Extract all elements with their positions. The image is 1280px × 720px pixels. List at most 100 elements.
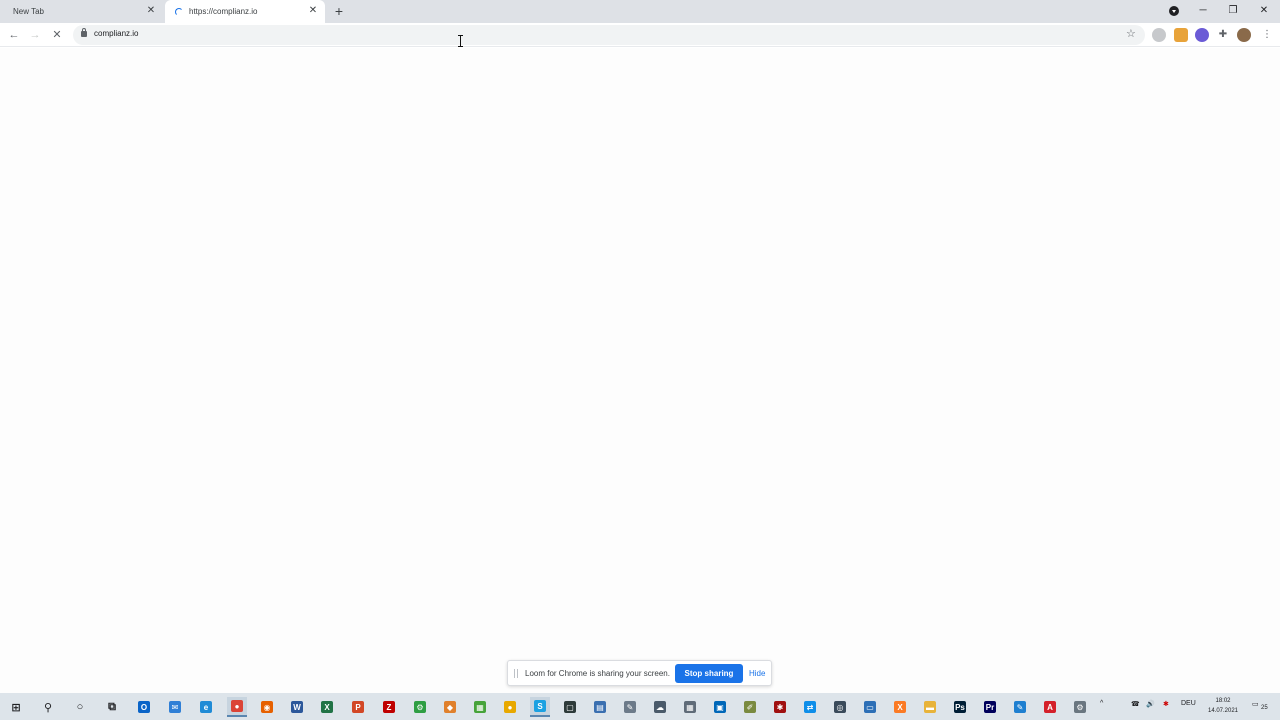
excel-glyph-icon: X xyxy=(321,701,333,713)
app-yellow-glyph-icon: ● xyxy=(504,701,516,713)
calculator-glyph-icon: ▦ xyxy=(684,701,696,713)
language-indicator[interactable]: DEU xyxy=(1181,700,1196,707)
taskbar-powerpoint-icon[interactable]: P xyxy=(348,697,368,717)
taskbar-task-view-icon[interactable]: ⧉ xyxy=(102,697,122,717)
taskbar-premiere-icon[interactable]: Pr xyxy=(980,697,1000,717)
task-view-glyph-icon: ⧉ xyxy=(108,700,116,713)
taskbar-explorer-icon[interactable]: ▬ xyxy=(920,697,940,717)
taskbar-excel-icon[interactable]: X xyxy=(317,697,337,717)
restore-button[interactable]: ❐ xyxy=(1224,3,1242,19)
app-circle-glyph-icon: ◎ xyxy=(834,701,846,713)
show-hidden-icons-icon[interactable]: ^ xyxy=(1100,700,1103,707)
taskbar-cortana-icon[interactable]: ○ xyxy=(70,697,90,717)
tab-new-tab[interactable]: New Tab ✕ xyxy=(0,0,163,23)
screen-share-bar: Loom for Chrome is sharing your screen. … xyxy=(507,660,772,686)
taskbar-app-blue-icon[interactable]: ✉ xyxy=(165,697,185,717)
volume-icon[interactable]: 🔊 xyxy=(1146,700,1155,708)
tab-complianz[interactable]: https://complianz.io ✕ xyxy=(165,0,325,23)
taskbar-app-gray-icon[interactable]: ⚙ xyxy=(1070,697,1090,717)
taskbar-filezilla-icon[interactable]: Z xyxy=(379,697,399,717)
clock-time: 18:02 xyxy=(1215,698,1231,704)
powerpoint-glyph-icon: P xyxy=(352,701,364,713)
taskbar-acrobat-icon[interactable]: A xyxy=(1040,697,1060,717)
clock[interactable]: 18:02 14.07.2021 xyxy=(1205,696,1241,716)
close-tab-icon[interactable]: ✕ xyxy=(145,5,157,17)
profile-avatar[interactable] xyxy=(1237,28,1251,42)
taskbar-app-red-icon[interactable]: ✱ xyxy=(770,697,790,717)
hide-button[interactable]: Hide xyxy=(749,669,765,678)
app-cloud-glyph-icon: ☁ xyxy=(654,701,666,713)
taskbar-app-monitor-icon[interactable]: ▭ xyxy=(860,697,880,717)
browser-toolbar: ← → ✕ complianz.io ☆ ✚ ⋮ xyxy=(0,23,1280,47)
taskbar-calculator-icon[interactable]: ▦ xyxy=(680,697,700,717)
taskbar-photoshop-icon[interactable]: Ps xyxy=(950,697,970,717)
url-text[interactable]: complianz.io xyxy=(94,29,138,38)
taskbar-word-icon[interactable]: W xyxy=(287,697,307,717)
close-tab-icon[interactable]: ✕ xyxy=(307,5,319,17)
taskbar-app-orange-icon[interactable]: ◆ xyxy=(440,697,460,717)
taskbar-search-icon[interactable]: ⚲ xyxy=(38,697,58,717)
taskbar-teamviewer-icon[interactable]: ⇄ xyxy=(800,697,820,717)
taskbar-outlook-icon[interactable]: O xyxy=(134,697,154,717)
drag-handle-icon[interactable] xyxy=(514,669,518,678)
edge-glyph-icon: e xyxy=(200,701,212,713)
lock-icon[interactable] xyxy=(81,28,87,37)
clock-date: 14.07.2021 xyxy=(1207,708,1239,714)
new-tab-button[interactable]: + xyxy=(332,4,346,18)
app-green-glyph-icon: ⚙ xyxy=(414,701,426,713)
app-tool-glyph-icon: ✎ xyxy=(624,701,636,713)
firefox-glyph-icon: ◉ xyxy=(261,701,273,713)
minimize-button[interactable]: ─ xyxy=(1194,3,1212,19)
taskbar-edge-icon[interactable]: e xyxy=(196,697,216,717)
taskbar-xampp-icon[interactable]: X xyxy=(890,697,910,717)
taskbar-app-circle-icon[interactable]: ◎ xyxy=(830,697,850,717)
close-window-button[interactable]: ✕ xyxy=(1255,3,1273,19)
back-icon[interactable]: ← xyxy=(6,27,22,43)
forward-icon[interactable]: → xyxy=(27,27,43,43)
tab-title: https://complianz.io xyxy=(189,7,258,16)
address-bar[interactable]: complianz.io ☆ xyxy=(73,25,1145,45)
network-icon[interactable]: ☎ xyxy=(1131,700,1140,708)
taskbar-app-store-icon[interactable]: ▣ xyxy=(710,697,730,717)
taskbar-app-paint-icon[interactable]: ✎ xyxy=(1010,697,1030,717)
loading-spinner-icon xyxy=(175,7,183,16)
bookmark-star-icon[interactable]: ☆ xyxy=(1126,27,1136,40)
tab-search-icon[interactable] xyxy=(1169,6,1179,16)
stop-loading-icon[interactable]: ✕ xyxy=(49,27,65,43)
app-gray-glyph-icon: ⚙ xyxy=(1074,701,1086,713)
explorer-glyph-icon: ▬ xyxy=(924,701,936,713)
app-doc-glyph-icon: ▤ xyxy=(594,701,606,713)
xampp-glyph-icon: X xyxy=(894,701,906,713)
app-pen-glyph-icon: ✐ xyxy=(744,701,756,713)
taskbar-app-yellow-icon[interactable]: ● xyxy=(500,697,520,717)
chrome-glyph-icon: ● xyxy=(231,700,243,712)
app-paint-glyph-icon: ✎ xyxy=(1014,701,1026,713)
taskbar-app-pen-icon[interactable]: ✐ xyxy=(740,697,760,717)
tray-app-icon[interactable]: ✱ xyxy=(1163,700,1169,708)
search-glyph-icon: ⚲ xyxy=(43,701,53,714)
filezilla-glyph-icon: Z xyxy=(383,701,395,713)
taskbar-app-cloud-icon[interactable]: ☁ xyxy=(650,697,670,717)
premiere-glyph-icon: Pr xyxy=(984,701,996,713)
notification-center-icon[interactable]: ▭ xyxy=(1252,700,1259,708)
extension-badge-icon[interactable] xyxy=(1174,28,1188,42)
stop-sharing-button[interactable]: Stop sharing xyxy=(675,664,743,683)
app-dark-glyph-icon: ▢ xyxy=(564,701,576,713)
taskbar-app-dark-icon[interactable]: ▢ xyxy=(560,697,580,717)
share-message: Loom for Chrome is sharing your screen. xyxy=(525,669,670,678)
menu-kebab-icon[interactable]: ⋮ xyxy=(1262,28,1272,42)
app-red-glyph-icon: ✱ xyxy=(774,701,786,713)
extension-icon[interactable] xyxy=(1152,28,1166,42)
taskbar-firefox-icon[interactable]: ◉ xyxy=(257,697,277,717)
taskbar-app-doc-icon[interactable]: ▤ xyxy=(590,697,610,717)
taskbar-app-teal-icon[interactable]: S xyxy=(530,697,550,717)
taskbar-windows-start-icon[interactable]: ⊞ xyxy=(6,697,26,717)
loom-extension-icon[interactable] xyxy=(1195,28,1209,42)
extensions-puzzle-icon[interactable]: ✚ xyxy=(1216,28,1230,42)
taskbar-chrome-icon[interactable]: ● xyxy=(227,697,247,717)
taskbar-app-tool-icon[interactable]: ✎ xyxy=(620,697,640,717)
tab-strip: New Tab ✕ https://complianz.io ✕ + ─ ❐ ✕ xyxy=(0,0,1280,23)
taskbar-app-green-icon[interactable]: ⚙ xyxy=(410,697,430,717)
text-cursor-icon xyxy=(458,35,463,47)
taskbar-app-green2-icon[interactable]: ▦ xyxy=(470,697,490,717)
